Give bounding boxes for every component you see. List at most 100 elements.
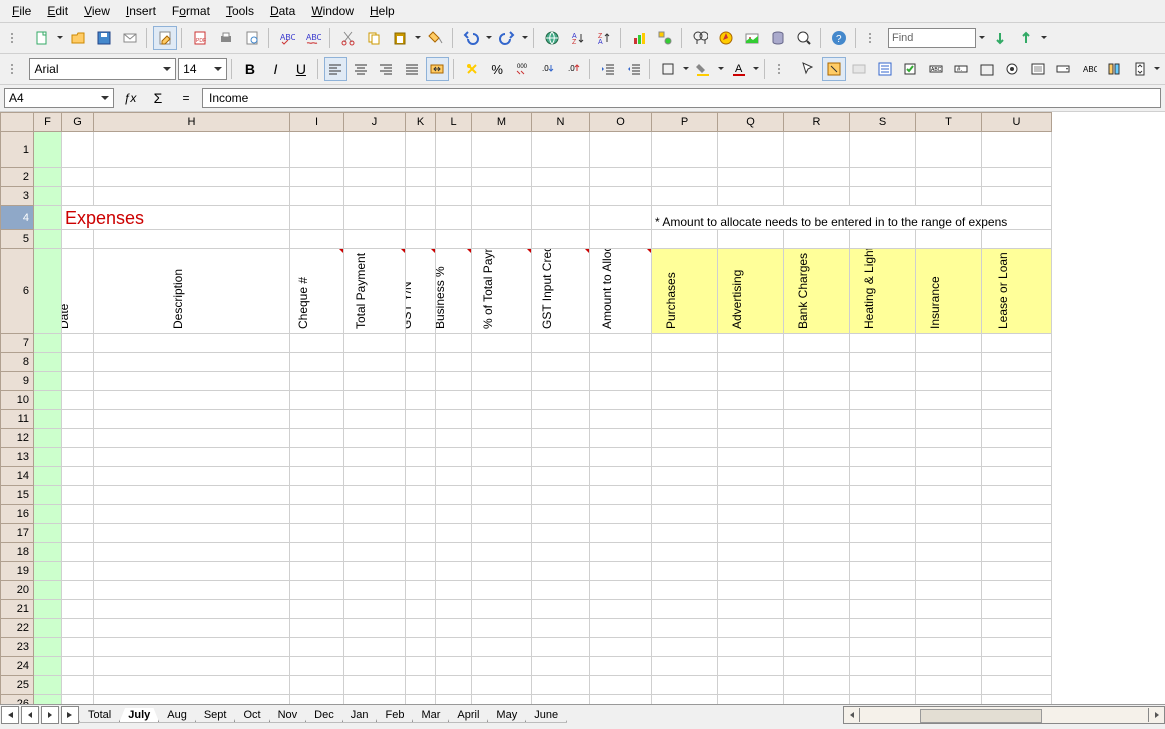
datasource-icon[interactable] bbox=[766, 26, 790, 50]
col-header-P[interactable]: P bbox=[652, 113, 718, 132]
formula-input[interactable]: Income bbox=[202, 88, 1161, 108]
horizontal-scrollbar[interactable] bbox=[843, 706, 1165, 724]
sheet-tab[interactable]: Aug bbox=[158, 708, 196, 723]
preview-icon[interactable] bbox=[240, 26, 264, 50]
help-icon[interactable]: ? bbox=[827, 26, 851, 50]
redo-icon[interactable] bbox=[495, 26, 519, 50]
row-header[interactable]: 18 bbox=[1, 543, 34, 562]
menu-view[interactable]: View bbox=[76, 2, 118, 20]
bgcolor-icon[interactable] bbox=[692, 57, 715, 81]
row-header-1[interactable]: 1 bbox=[1, 132, 34, 168]
row-header-4[interactable]: 4 bbox=[1, 206, 34, 230]
hyperlink-icon[interactable] bbox=[540, 26, 564, 50]
new-doc-dropdown[interactable] bbox=[56, 27, 64, 49]
sheet-tab[interactable]: June bbox=[525, 708, 567, 723]
row-header[interactable]: 25 bbox=[1, 676, 34, 695]
col-header-O[interactable]: O bbox=[590, 113, 652, 132]
menu-data[interactable]: Data bbox=[262, 2, 303, 20]
paste-dropdown[interactable] bbox=[414, 27, 422, 49]
col-header-M[interactable]: M bbox=[472, 113, 532, 132]
zoom-icon[interactable] bbox=[792, 26, 816, 50]
row-header[interactable]: 7 bbox=[1, 334, 34, 353]
show-draw-icon[interactable] bbox=[653, 26, 677, 50]
sheet-tab[interactable]: July bbox=[119, 708, 159, 723]
scroll-left-icon[interactable] bbox=[844, 708, 860, 722]
col-header-Q[interactable]: Q bbox=[718, 113, 784, 132]
menu-help[interactable]: Help bbox=[362, 2, 403, 20]
corner-cell[interactable] bbox=[1, 113, 34, 132]
col-header-H[interactable]: H bbox=[94, 113, 290, 132]
row-header[interactable]: 20 bbox=[1, 581, 34, 600]
format-paint-icon[interactable] bbox=[424, 26, 448, 50]
align-right-icon[interactable] bbox=[375, 57, 398, 81]
merge-cells-icon[interactable] bbox=[426, 57, 449, 81]
sum-icon[interactable]: Σ bbox=[146, 86, 170, 110]
equals-icon[interactable]: = bbox=[174, 86, 198, 110]
find-prev-icon[interactable] bbox=[1014, 26, 1038, 50]
sort-asc-icon[interactable]: AZ bbox=[566, 26, 590, 50]
find-input[interactable]: Find bbox=[888, 28, 976, 48]
row-header[interactable]: 19 bbox=[1, 562, 34, 581]
row-header[interactable]: 9 bbox=[1, 372, 34, 391]
row-header[interactable]: 22 bbox=[1, 619, 34, 638]
italic-button[interactable]: I bbox=[264, 57, 287, 81]
scroll-track[interactable] bbox=[860, 708, 1148, 722]
align-center-icon[interactable] bbox=[349, 57, 372, 81]
add-decimal-icon[interactable]: .0 bbox=[536, 57, 559, 81]
function-wizard-icon[interactable]: ƒx bbox=[118, 86, 142, 110]
decrease-indent-icon[interactable] bbox=[596, 57, 619, 81]
sheet-tab[interactable]: April bbox=[448, 708, 488, 723]
form-properties-icon[interactable] bbox=[873, 57, 896, 81]
redo-dropdown[interactable] bbox=[521, 27, 529, 49]
borders-dropdown[interactable] bbox=[682, 58, 690, 80]
borders-icon[interactable] bbox=[656, 57, 679, 81]
row-header[interactable]: 26 bbox=[1, 695, 34, 705]
save-icon[interactable] bbox=[92, 26, 116, 50]
row-header[interactable]: 13 bbox=[1, 448, 34, 467]
fontcolor-dropdown[interactable] bbox=[752, 58, 760, 80]
textbox-icon[interactable]: ABC bbox=[924, 57, 947, 81]
row-header[interactable]: 15 bbox=[1, 486, 34, 505]
menu-insert[interactable]: Insert bbox=[118, 2, 164, 20]
menu-file[interactable]: File bbox=[4, 2, 39, 20]
menu-edit[interactable]: Edit bbox=[39, 2, 76, 20]
col-header-F[interactable]: F bbox=[34, 113, 62, 132]
spreadsheet-grid[interactable]: F G H I J K L M N O P Q R S T U 1 2 3 4 … bbox=[0, 112, 1165, 704]
row-header[interactable]: 14 bbox=[1, 467, 34, 486]
row-header[interactable]: 17 bbox=[1, 524, 34, 543]
col-header-G[interactable]: G bbox=[62, 113, 94, 132]
new-doc-icon[interactable] bbox=[30, 26, 54, 50]
pdf-icon[interactable]: PDF bbox=[188, 26, 212, 50]
print-icon[interactable] bbox=[214, 26, 238, 50]
more-controls-icon[interactable] bbox=[1102, 57, 1125, 81]
col-header-R[interactable]: R bbox=[784, 113, 850, 132]
font-size-select[interactable]: 14 bbox=[178, 58, 227, 80]
select-icon[interactable] bbox=[797, 57, 820, 81]
navigator-icon[interactable] bbox=[714, 26, 738, 50]
listbox-icon[interactable] bbox=[1026, 57, 1049, 81]
autospell-icon[interactable]: ABC bbox=[301, 26, 325, 50]
bold-button[interactable]: B bbox=[238, 57, 261, 81]
number-format-icon[interactable]: 000 bbox=[511, 57, 534, 81]
copy-icon[interactable] bbox=[362, 26, 386, 50]
sheet-tab[interactable]: Sept bbox=[195, 708, 236, 723]
sheet-tab[interactable]: Dec bbox=[305, 708, 343, 723]
remove-decimal-icon[interactable]: .0 bbox=[562, 57, 585, 81]
design-mode-icon[interactable] bbox=[822, 57, 845, 81]
number-field-icon[interactable]: #. bbox=[949, 57, 972, 81]
checkbox-icon[interactable] bbox=[899, 57, 922, 81]
sheet-tab[interactable]: Nov bbox=[269, 708, 307, 723]
format-overflow[interactable] bbox=[1153, 58, 1161, 80]
col-header-K[interactable]: K bbox=[406, 113, 436, 132]
align-justify-icon[interactable] bbox=[400, 57, 423, 81]
col-header-J[interactable]: J bbox=[344, 113, 406, 132]
tab-nav-last[interactable] bbox=[61, 706, 79, 724]
col-header-N[interactable]: N bbox=[532, 113, 590, 132]
sheet-tab[interactable]: Oct bbox=[234, 708, 269, 723]
spellcheck-icon[interactable]: ABC bbox=[275, 26, 299, 50]
align-left-icon[interactable] bbox=[324, 57, 347, 81]
find-dropdown[interactable] bbox=[978, 27, 986, 49]
tab-nav-first[interactable] bbox=[1, 706, 19, 724]
scroll-right-icon[interactable] bbox=[1148, 708, 1164, 722]
name-box[interactable]: A4 bbox=[4, 88, 114, 108]
